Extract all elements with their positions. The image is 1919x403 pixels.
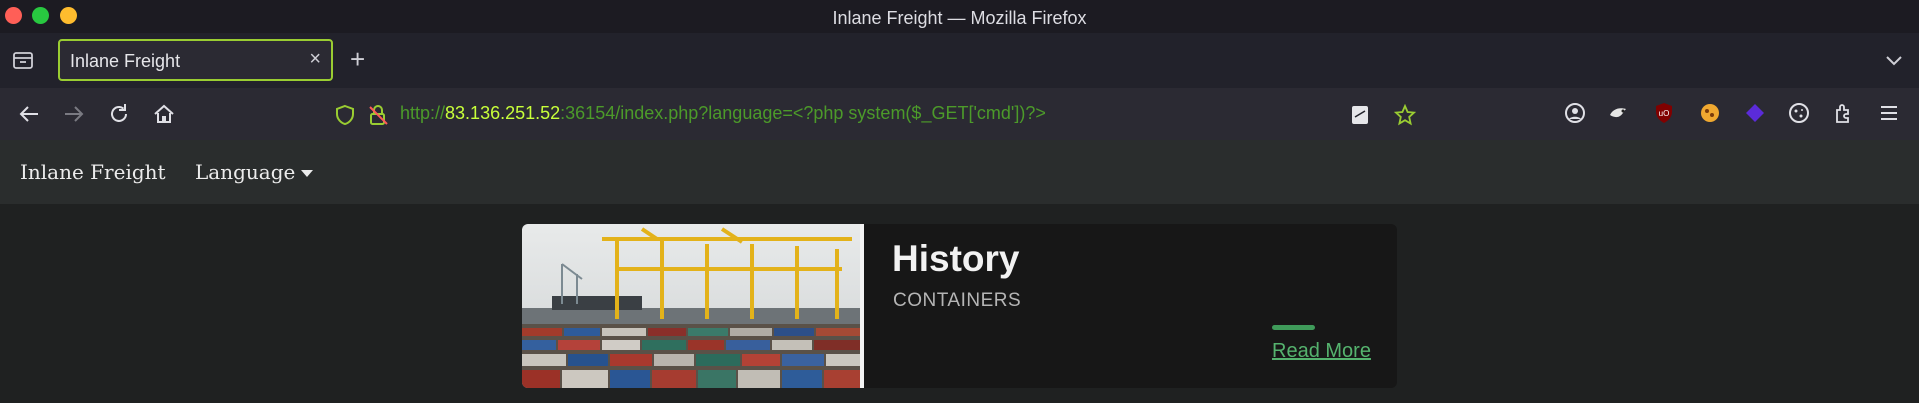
home-icon[interactable]: [151, 101, 177, 127]
close-tab-icon[interactable]: ×: [309, 49, 321, 69]
back-icon[interactable]: [16, 101, 42, 127]
card-title: History: [892, 238, 1020, 279]
tab-title: Inlane Freight: [70, 51, 181, 71]
url-bar[interactable]: http://83.136.251.52:36154/index.php?lan…: [325, 93, 1425, 135]
url-host: 83.136.251.52: [445, 103, 561, 123]
cookie-extension-icon[interactable]: [1698, 101, 1722, 125]
forward-icon[interactable]: [61, 101, 87, 127]
shield-icon[interactable]: [334, 104, 356, 126]
svg-text:uO: uO: [1659, 109, 1670, 118]
language-dropdown[interactable]: Language: [195, 160, 314, 184]
reload-icon[interactable]: [106, 101, 132, 127]
read-more-link[interactable]: Read More: [1272, 340, 1371, 363]
cookie-icon[interactable]: [1787, 101, 1811, 125]
tab-inlane-freight[interactable]: Inlane Freight ×: [58, 39, 333, 81]
page-content: History CONTAINERS Read More: [0, 204, 1919, 403]
navigation-toolbar: http://83.136.251.52:36154/index.php?lan…: [0, 88, 1919, 140]
page-icon[interactable]: [1349, 104, 1371, 126]
site-navbar: Inlane Freight Language: [0, 140, 1919, 204]
card-accent-bar: [1272, 325, 1315, 330]
diamond-extension-icon[interactable]: [1743, 101, 1767, 125]
list-all-tabs-icon[interactable]: [1885, 51, 1903, 69]
bookmark-star-icon[interactable]: [1394, 104, 1416, 126]
menu-icon[interactable]: [1877, 101, 1901, 125]
extension-icon[interactable]: [1607, 101, 1631, 125]
insecure-lock-icon[interactable]: [367, 104, 389, 126]
caret-down-icon: [301, 170, 314, 177]
firefox-view-icon[interactable]: [12, 50, 34, 70]
tab-strip: Inlane Freight × +: [0, 33, 1919, 88]
ublock-icon[interactable]: uO: [1652, 101, 1676, 125]
url-scheme: http://: [400, 103, 446, 123]
card-subtitle: CONTAINERS: [893, 290, 1022, 311]
history-card: History CONTAINERS Read More: [522, 224, 1397, 388]
new-tab-icon[interactable]: +: [350, 46, 365, 72]
container-port-image: [522, 224, 864, 388]
extensions-puzzle-icon[interactable]: [1832, 101, 1856, 125]
url-text[interactable]: http://83.136.251.52:36154/index.php?lan…: [400, 103, 1046, 124]
language-label: Language: [195, 160, 296, 184]
url-path: :36154/index.php?language=<?php system($…: [560, 103, 1046, 123]
account-icon[interactable]: [1563, 101, 1587, 125]
window-titlebar: Inlane Freight — Mozilla Firefox: [0, 0, 1919, 33]
site-brand[interactable]: Inlane Freight: [20, 160, 166, 184]
window-title: Inlane Freight — Mozilla Firefox: [832, 8, 1087, 28]
